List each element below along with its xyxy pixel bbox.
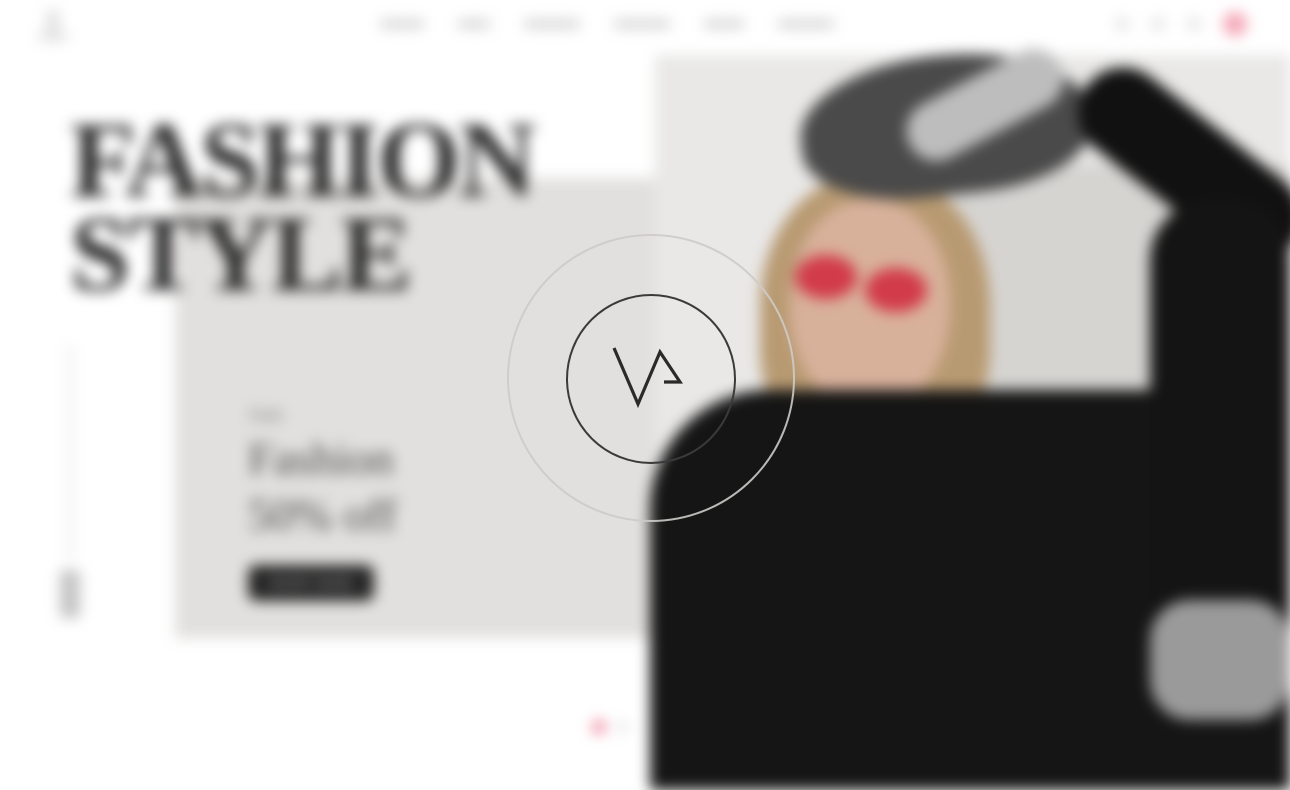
headline-line-2: STYLE bbox=[70, 195, 412, 314]
model-glasses-right bbox=[865, 268, 927, 312]
model-glasses-left bbox=[795, 255, 857, 299]
promo-line-2: 50% off bbox=[248, 489, 397, 540]
nav-item-home[interactable]: Home bbox=[380, 20, 424, 28]
model-arm-lower bbox=[1150, 200, 1290, 660]
vertical-divider bbox=[68, 345, 72, 560]
nav-item-shop[interactable]: Shop bbox=[458, 20, 490, 28]
scroll-icon[interactable] bbox=[60, 570, 80, 618]
slider-dot-active[interactable] bbox=[592, 720, 606, 734]
model-face bbox=[790, 200, 950, 410]
promo-eyebrow: Sale bbox=[248, 405, 285, 425]
header-icons bbox=[1115, 12, 1247, 36]
logo[interactable] bbox=[36, 8, 74, 44]
slider-dot[interactable] bbox=[618, 722, 628, 732]
promo-line-1: Fashion bbox=[248, 433, 394, 484]
loader-logo-icon: VA bbox=[608, 340, 683, 409]
site-header: Home Shop Product Blog Pages Contact bbox=[0, 0, 1290, 50]
hero-headline: FASHION STYLE bbox=[70, 107, 590, 314]
model-sleeve bbox=[1150, 600, 1290, 720]
nav-item-blog[interactable]: Blog bbox=[614, 20, 670, 28]
search-icon[interactable] bbox=[1115, 17, 1129, 31]
nav-item-product[interactable]: Product bbox=[524, 20, 580, 28]
promo-block: Sale Fashion 50% off SHOP NOW bbox=[248, 405, 397, 601]
nav-item-contact[interactable]: Contact bbox=[778, 20, 834, 28]
main-nav: Home Shop Product Blog Pages Contact bbox=[380, 20, 868, 28]
user-icon[interactable] bbox=[1151, 17, 1165, 31]
cart-icon[interactable] bbox=[1223, 12, 1247, 36]
shop-now-button[interactable]: SHOP NOW bbox=[248, 565, 374, 601]
svg-text:VA: VA bbox=[608, 340, 628, 344]
nav-item-pages[interactable]: Pages bbox=[704, 20, 744, 28]
heart-icon[interactable] bbox=[1187, 17, 1201, 31]
logo-base bbox=[38, 32, 68, 40]
